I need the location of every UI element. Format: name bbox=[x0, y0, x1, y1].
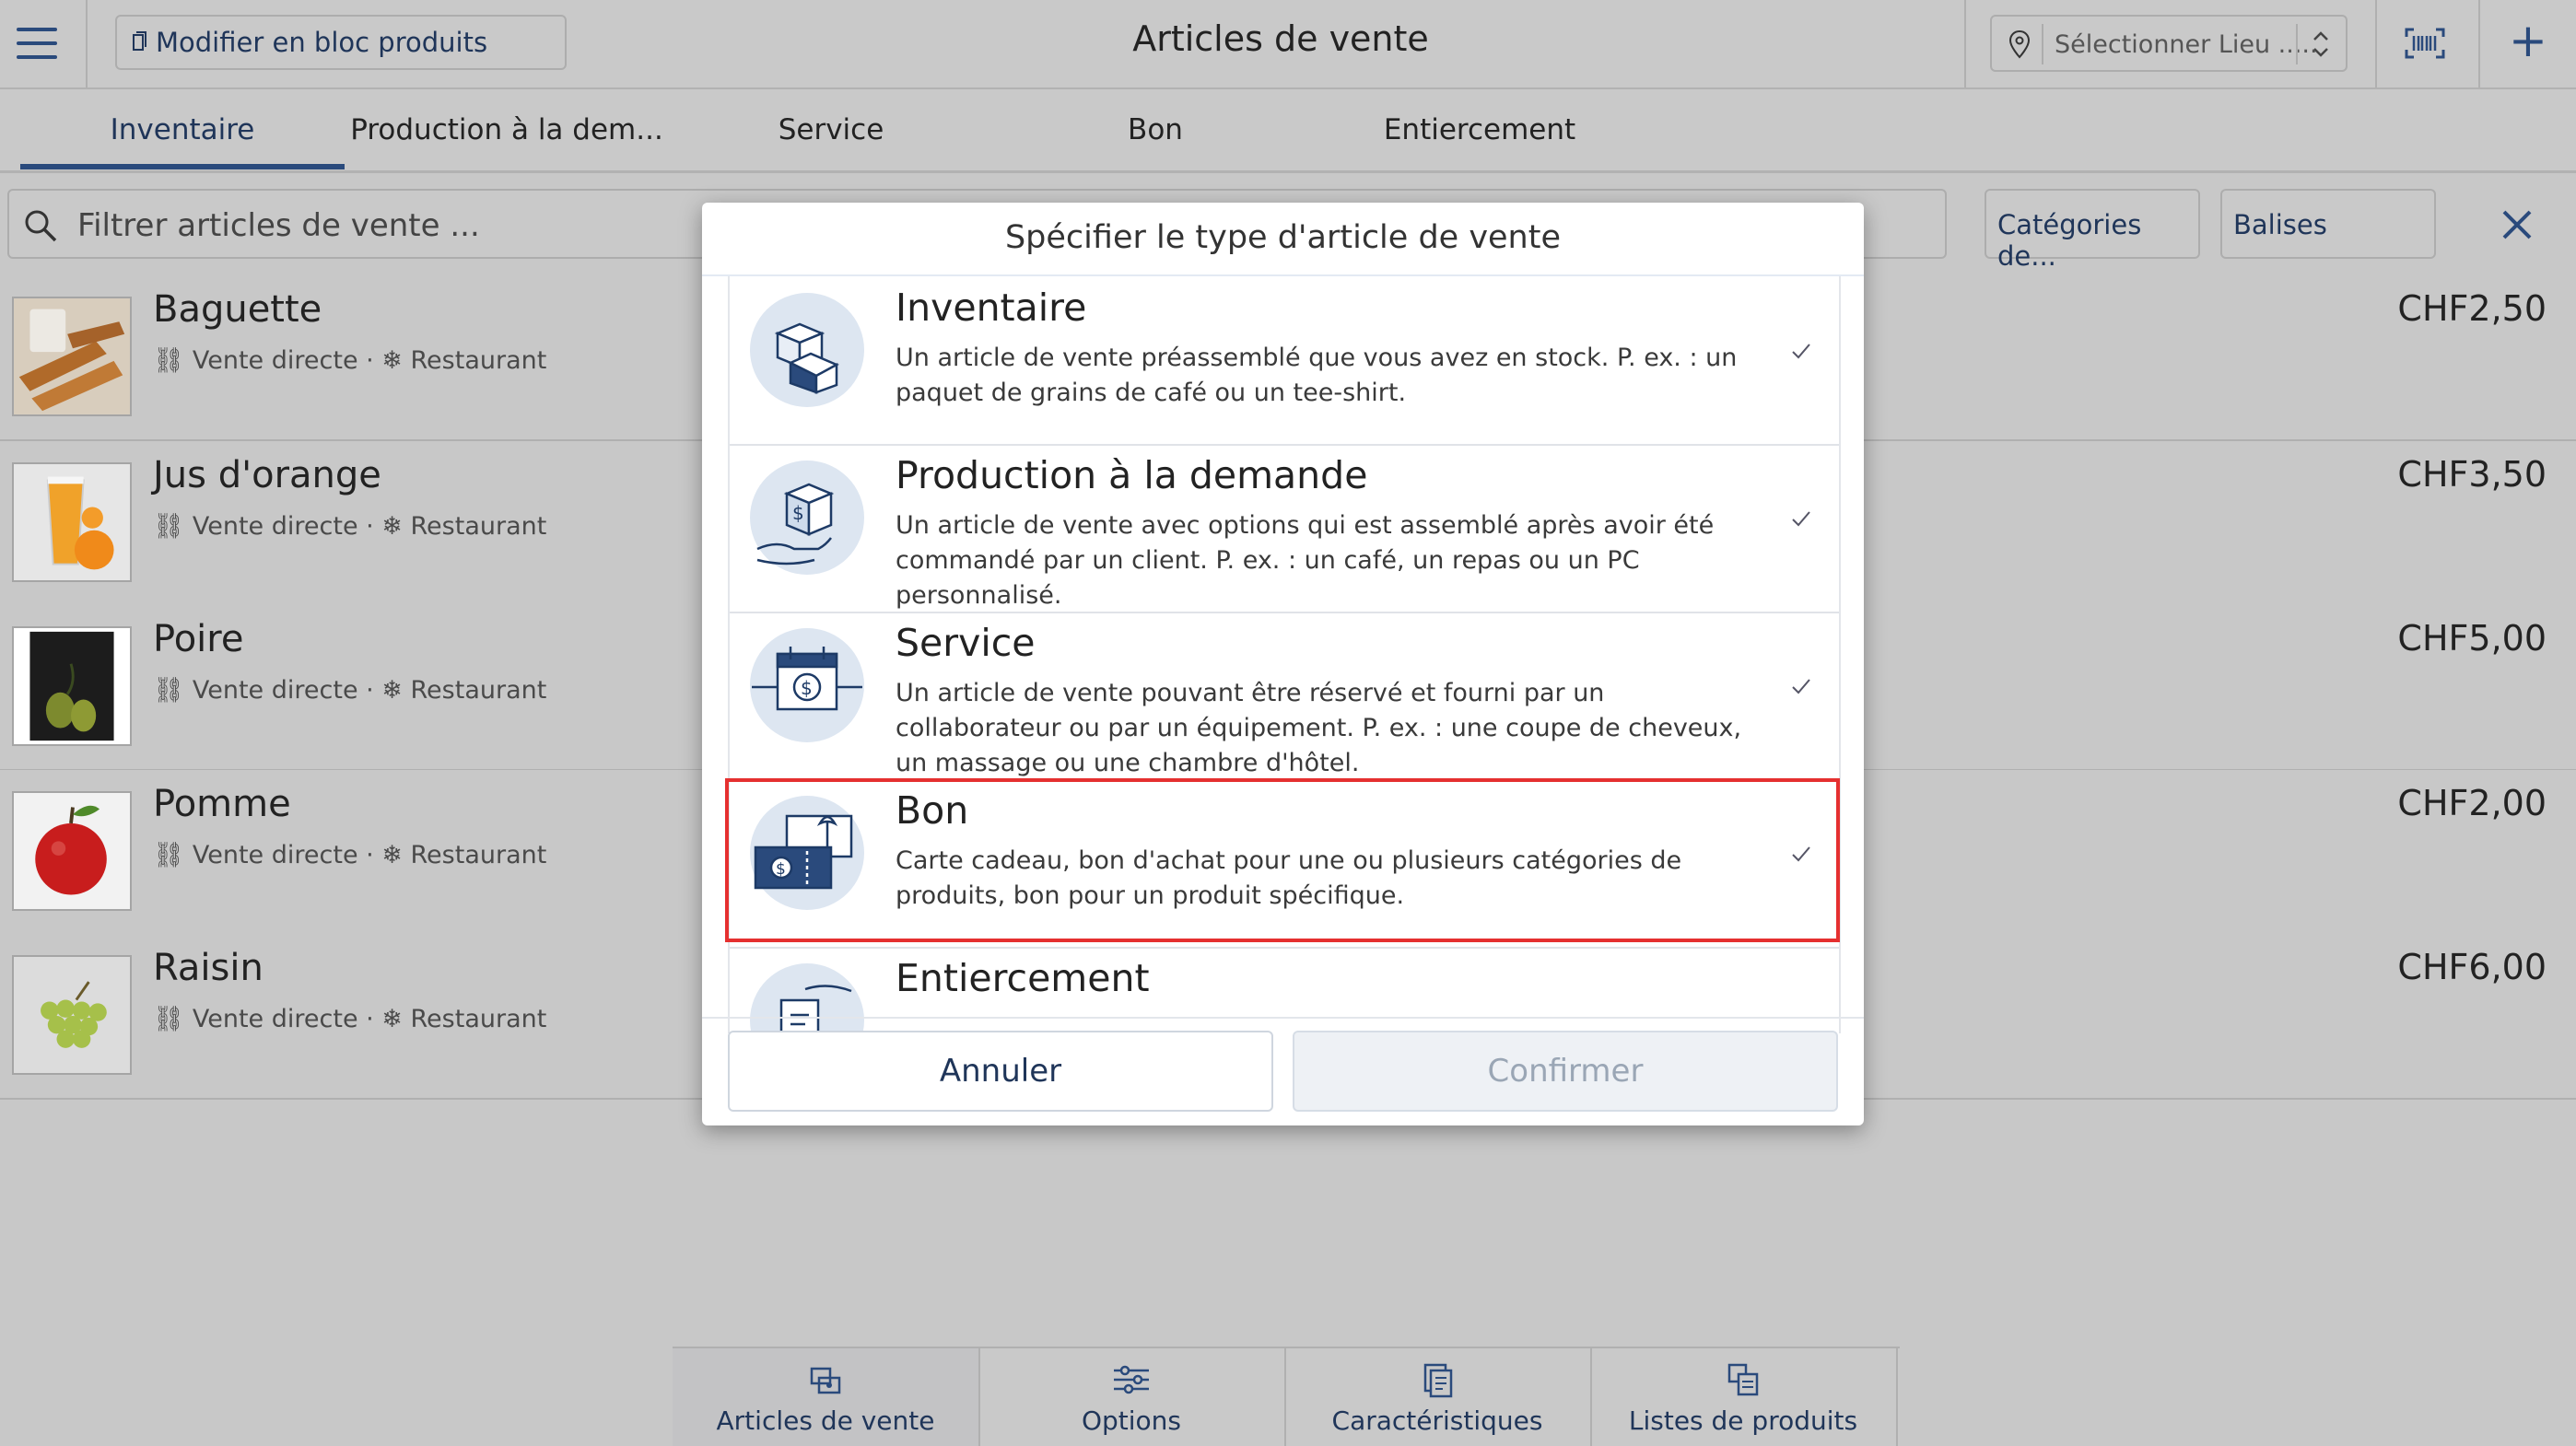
link-icon: ⛓ bbox=[153, 841, 185, 869]
bulk-edit-label: Modifier en bloc produits bbox=[156, 27, 488, 58]
option-name: Entiercement bbox=[896, 956, 1150, 1000]
dialog-title: Spécifier le type d'article de vente bbox=[1004, 219, 1562, 256]
option-description: Un article de vente pouvant être réservé… bbox=[896, 679, 1742, 777]
option-entiercement[interactable]: Entiercement bbox=[730, 947, 1839, 1033]
tab-service[interactable]: Service bbox=[669, 113, 993, 146]
option-service[interactable]: $ Service Un article de vente pouvant êt… bbox=[730, 612, 1839, 781]
product-meta-text: Vente directe · ❄ Restaurant bbox=[192, 512, 547, 541]
nav-label: Articles de vente bbox=[716, 1405, 935, 1436]
product-price: CHF6,00 bbox=[2397, 947, 2547, 987]
option-inventaire[interactable]: Inventaire Un article de vente préassemb… bbox=[730, 276, 1839, 446]
sales-item-type-dialog: Spécifier le type d'article de vente Inv… bbox=[702, 203, 1864, 1125]
product-price: CHF2,50 bbox=[2397, 288, 2547, 329]
hand-box-icon: $ bbox=[750, 461, 864, 575]
product-name: Poire bbox=[153, 618, 244, 660]
divider bbox=[1964, 0, 1966, 87]
divider bbox=[2478, 0, 2480, 87]
option-description: Un article de vente avec options qui est… bbox=[896, 511, 1715, 610]
product-lists-icon bbox=[1727, 1363, 1759, 1396]
attributes-icon bbox=[1423, 1363, 1453, 1398]
product-price: CHF2,00 bbox=[2397, 783, 2547, 823]
product-meta-text: Vente directe · ❄ Restaurant bbox=[192, 676, 547, 705]
calendar-dollar-icon: $ bbox=[750, 628, 864, 742]
link-icon: ⛓ bbox=[153, 512, 185, 541]
nav-label: Listes de produits bbox=[1628, 1405, 1858, 1436]
updown-chevron-icon bbox=[2313, 31, 2328, 57]
option-description: Un article de vente préassemblé que vous… bbox=[896, 344, 1738, 407]
product-image-apple bbox=[12, 791, 132, 911]
product-meta: ⛓ Vente directe · ❄ Restaurant bbox=[153, 511, 546, 541]
link-icon: ⛓ bbox=[153, 346, 185, 375]
option-name: Service bbox=[896, 621, 1036, 665]
search-placeholder: Filtrer articles de vente ... bbox=[77, 207, 480, 244]
tab-bon[interactable]: Bon bbox=[993, 113, 1317, 146]
nav-listes-de-produits[interactable]: Listes de produits bbox=[1590, 1348, 1898, 1446]
product-meta-text: Vente directe · ❄ Restaurant bbox=[192, 346, 547, 375]
product-meta-text: Vente directe · ❄ Restaurant bbox=[192, 1005, 547, 1033]
product-price: CHF3,50 bbox=[2397, 454, 2547, 495]
tab-inventaire[interactable]: Inventaire bbox=[20, 113, 345, 146]
bulk-edit-button[interactable]: Modifier en bloc produits bbox=[115, 15, 567, 70]
location-select[interactable]: Sélectionner Lieu ..... bbox=[1990, 15, 2348, 72]
nav-options[interactable]: Options bbox=[978, 1348, 1286, 1446]
divider bbox=[2375, 0, 2377, 87]
map-pin-icon bbox=[2008, 29, 2031, 59]
product-image-baguette bbox=[12, 297, 132, 416]
tags-filter-button[interactable]: Balises bbox=[2220, 189, 2436, 259]
product-meta: ⛓ Vente directe · ❄ Restaurant bbox=[153, 675, 546, 705]
page-title: Articles de vente bbox=[1132, 18, 1429, 59]
tab-entiercement[interactable]: Entiercement bbox=[1317, 113, 1642, 146]
link-icon: ⛓ bbox=[153, 676, 185, 705]
product-meta: ⛓ Vente directe · ❄ Restaurant bbox=[153, 1004, 546, 1033]
option-production-a-la-demande[interactable]: $ Production à la demande Un article de … bbox=[730, 444, 1839, 613]
cancel-button[interactable]: Annuler bbox=[728, 1031, 1273, 1112]
nav-caracteristiques[interactable]: Caractéristiques bbox=[1284, 1348, 1592, 1446]
active-tab-indicator bbox=[20, 164, 345, 169]
tab-bar: Inventaire Production à la dem... Servic… bbox=[0, 89, 2576, 173]
product-name: Jus d'orange bbox=[153, 454, 381, 496]
sliders-icon bbox=[1114, 1365, 1149, 1394]
product-image-orange-juice bbox=[12, 462, 132, 582]
plus-icon[interactable]: + bbox=[2508, 17, 2548, 64]
escrow-icon bbox=[750, 963, 864, 1033]
product-name: Raisin bbox=[153, 947, 263, 989]
product-meta: ⛓ Vente directe · ❄ Restaurant bbox=[153, 840, 546, 869]
product-image-pear bbox=[12, 626, 132, 746]
svg-text:$: $ bbox=[792, 502, 804, 524]
product-price: CHF5,00 bbox=[2397, 618, 2547, 659]
bottom-nav: Articles de vente Options Caractéristiqu… bbox=[673, 1347, 1900, 1446]
close-icon[interactable] bbox=[2497, 204, 2537, 245]
location-placeholder: Sélectionner Lieu ..... bbox=[2055, 30, 2318, 59]
product-meta-text: Vente directe · ❄ Restaurant bbox=[192, 841, 547, 869]
checkmark-icon bbox=[1792, 511, 1810, 527]
checkmark-icon bbox=[1792, 679, 1810, 694]
product-name: Pomme bbox=[153, 783, 291, 825]
nav-label: Options bbox=[1081, 1405, 1182, 1436]
tab-production[interactable]: Production à la dem... bbox=[345, 113, 669, 146]
product-image-grapes bbox=[12, 955, 132, 1075]
sales-items-icon bbox=[810, 1367, 841, 1394]
option-name: Inventaire bbox=[896, 286, 1087, 330]
search-icon bbox=[25, 210, 57, 242]
checkmark-icon bbox=[1792, 344, 1810, 359]
hamburger-icon[interactable] bbox=[17, 28, 57, 59]
option-name: Production à la demande bbox=[896, 453, 1368, 497]
nav-label: Caractéristiques bbox=[1331, 1405, 1543, 1436]
link-icon: ⛓ bbox=[153, 1005, 185, 1033]
top-bar: Modifier en bloc produits Articles de ve… bbox=[0, 0, 2576, 89]
confirm-button[interactable]: Confirmer bbox=[1293, 1031, 1838, 1112]
categories-filter-button[interactable]: Catégories de... bbox=[1985, 189, 2200, 272]
product-meta: ⛓ Vente directe · ❄ Restaurant bbox=[153, 345, 546, 375]
svg-text:$: $ bbox=[801, 677, 813, 699]
divider bbox=[86, 0, 88, 87]
barcode-icon[interactable] bbox=[2405, 28, 2445, 59]
boxes-icon bbox=[750, 293, 864, 407]
product-name: Baguette bbox=[153, 288, 322, 331]
nav-articles-de-vente[interactable]: Articles de vente bbox=[673, 1348, 980, 1446]
selected-option-highlight bbox=[725, 778, 1840, 942]
layers-icon bbox=[133, 31, 146, 51]
